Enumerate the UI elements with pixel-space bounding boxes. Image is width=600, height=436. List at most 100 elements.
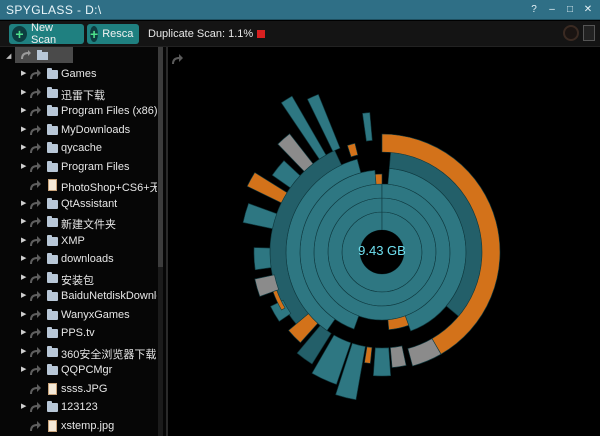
toolbar: + New Scan + Resca Duplicate Scan: 1.1% (0, 21, 600, 47)
share-icon[interactable] (30, 327, 42, 339)
share-icon[interactable] (30, 383, 42, 395)
share-icon[interactable] (30, 124, 42, 136)
sidebar-scrollbar-thumb[interactable] (158, 47, 163, 267)
tree-item[interactable]: ▶ qycache (0, 140, 160, 158)
expand-arrow-icon[interactable]: ▶ (21, 217, 26, 225)
tree-item-label: xstemp.jpg (61, 419, 115, 432)
tree-item[interactable]: ▶ 新建文件夹 (0, 214, 160, 232)
folder-icon (47, 364, 58, 375)
sunburst-segment[interactable] (253, 247, 272, 271)
expand-arrow-icon[interactable]: ▶ (21, 328, 26, 336)
tree-item[interactable]: ssss.JPG (0, 381, 160, 399)
tree-item-label: WanyxGames (61, 308, 130, 321)
share-icon[interactable] (30, 216, 42, 228)
tree-item[interactable]: PhotoShop+CS6+无 (0, 177, 160, 195)
tree-item-label: PPS.tv (61, 327, 95, 339)
sunburst-segment[interactable] (362, 112, 373, 142)
sunburst-segment[interactable] (374, 173, 383, 185)
stop-scan-button[interactable] (257, 30, 265, 38)
tree-item[interactable]: ▶ 安装包 (0, 270, 160, 288)
expand-arrow-icon[interactable]: ▶ (21, 199, 26, 207)
expand-arrow-icon[interactable]: ▶ (21, 254, 26, 262)
sunburst-segment[interactable] (390, 345, 407, 368)
tree-item[interactable]: ▶ QQPCMgr (0, 362, 160, 380)
tree-item[interactable]: ▶ 123123 (0, 399, 160, 417)
window-controls: ? – □ ✕ (526, 2, 596, 17)
expand-arrow-icon[interactable]: ▶ (21, 88, 26, 96)
share-icon[interactable] (30, 105, 42, 117)
share-icon[interactable] (30, 161, 42, 173)
share-icon[interactable] (30, 142, 42, 154)
tree-item[interactable]: ▶ Program Files (x86) (0, 103, 160, 121)
file-icon (48, 179, 57, 191)
folder-icon (47, 105, 58, 116)
tree-item[interactable]: ▶ Games (0, 66, 160, 84)
rescan-button[interactable]: + Resca (87, 24, 139, 44)
collapse-arrow-icon[interactable]: ◢ (6, 52, 11, 60)
plus-icon: + (90, 26, 99, 42)
tree-item[interactable]: ▶ WanyxGames (0, 307, 160, 325)
tree-root-selected[interactable] (15, 47, 73, 63)
expand-arrow-icon[interactable]: ▶ (21, 273, 26, 281)
tree-item[interactable]: ▶ BaiduNetdiskDownlo (0, 288, 160, 306)
share-icon[interactable] (30, 272, 42, 284)
new-scan-button[interactable]: + New Scan (9, 22, 84, 46)
tree-item-label: 新建文件夹 (61, 219, 116, 231)
share-icon[interactable] (30, 364, 42, 376)
help-button[interactable]: ? (526, 2, 542, 17)
folder-tree[interactable]: ◢ ▶ Games ▶ 迅雷下载 ▶ Program Files (x86) ▶ MyDown… (0, 47, 166, 436)
expand-arrow-icon[interactable]: ▶ (21, 125, 26, 133)
tree-item[interactable]: ▶ downloads (0, 251, 160, 269)
sunburst-chart[interactable] (168, 47, 600, 436)
expand-arrow-icon[interactable]: ▶ (21, 365, 26, 373)
expand-arrow-icon[interactable]: ▶ (21, 236, 26, 244)
share-icon[interactable] (30, 420, 42, 432)
tree-item-label: downloads (61, 253, 114, 265)
folder-icon (47, 290, 58, 301)
sunburst-segment[interactable] (373, 347, 391, 377)
folder-icon (47, 308, 58, 320)
expand-arrow-icon[interactable]: ▶ (21, 69, 26, 77)
share-icon[interactable] (30, 290, 42, 302)
share-icon[interactable] (30, 198, 42, 210)
new-scan-label: New Scan (31, 22, 57, 46)
share-icon[interactable] (30, 87, 42, 99)
share-icon[interactable] (30, 253, 42, 265)
share-icon[interactable] (30, 346, 42, 358)
tree-item[interactable]: ▶ MyDownloads (0, 122, 160, 140)
expand-arrow-icon[interactable]: ▶ (21, 106, 26, 114)
expand-arrow-icon[interactable]: ▶ (21, 162, 26, 170)
expand-arrow-icon[interactable]: ▶ (21, 310, 26, 318)
tree-item-label: qycache (61, 142, 102, 154)
tree-item[interactable]: ▶ QtAssistant (0, 196, 160, 214)
sunburst-segment[interactable] (347, 142, 359, 158)
close-button[interactable]: ✕ (580, 2, 596, 17)
share-icon[interactable] (30, 309, 42, 321)
expand-arrow-icon[interactable]: ▶ (21, 291, 26, 299)
tree-item-label: MyDownloads (61, 123, 131, 136)
tree-item[interactable]: ▶ 360安全浏览器下载 (0, 344, 160, 362)
share-icon[interactable] (30, 68, 42, 80)
sunburst-segment[interactable] (242, 203, 278, 230)
sunburst-segment[interactable] (364, 346, 373, 364)
tree-item[interactable]: ▶ 迅雷下载 (0, 85, 160, 103)
folder-icon (47, 253, 58, 264)
page-icon[interactable] (583, 25, 595, 41)
tree-item[interactable]: ▶ Program Files (0, 159, 160, 177)
share-icon[interactable] (30, 179, 42, 191)
tree-item-label: XMP (61, 234, 85, 247)
tree-item[interactable]: ▶ PPS.tv (0, 325, 160, 343)
expand-arrow-icon[interactable]: ▶ (21, 402, 26, 410)
share-icon[interactable] (30, 401, 42, 413)
share-icon[interactable] (30, 235, 42, 247)
sunburst-view[interactable]: 9.43 GB (168, 47, 600, 436)
tree-item[interactable]: ▶ XMP (0, 233, 160, 251)
view-mode-icon[interactable] (563, 25, 579, 41)
expand-arrow-icon[interactable]: ▶ (21, 347, 26, 355)
tree-item-label: 安装包 (61, 274, 94, 287)
expand-arrow-icon[interactable]: ▶ (21, 143, 26, 151)
maximize-button[interactable]: □ (562, 2, 578, 17)
minimize-button[interactable]: – (544, 2, 560, 17)
total-size-label: 9.43 GB (358, 243, 406, 258)
tree-item[interactable]: xstemp.jpg (0, 418, 160, 436)
